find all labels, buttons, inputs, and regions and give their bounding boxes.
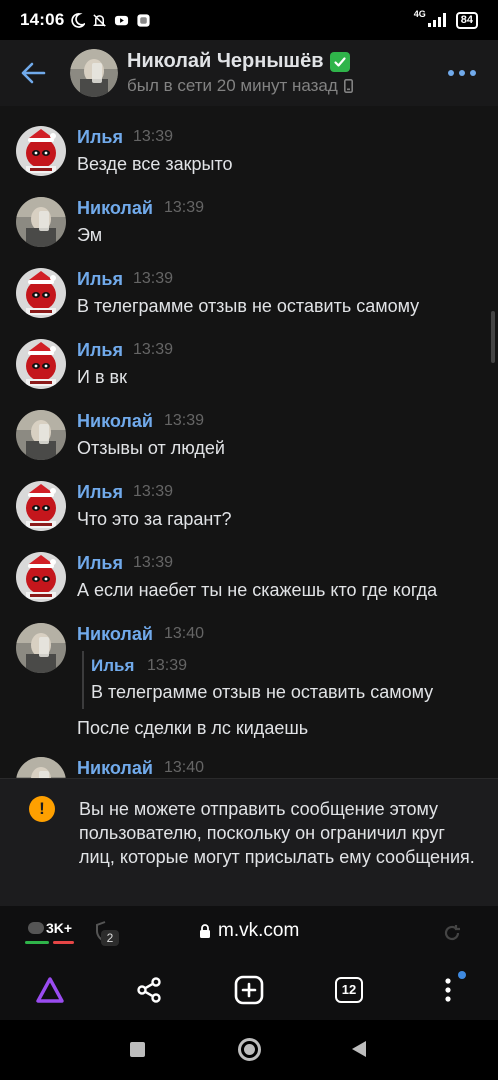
more-options-button[interactable] <box>448 70 476 76</box>
sender-avatar[interactable] <box>16 126 66 176</box>
last-seen-text: был в сети 20 минут назад <box>127 76 338 95</box>
tabs-count: 12 <box>335 977 363 1003</box>
more-dot-icon <box>459 70 465 76</box>
likes-bar <box>25 941 49 944</box>
share-button[interactable] <box>133 974 165 1006</box>
chat-header: Николай Чернышёв был в сети 20 минут наз… <box>0 40 498 106</box>
sender-name[interactable]: Николай <box>77 624 153 645</box>
back-triangle-icon[interactable] <box>352 1041 366 1057</box>
status-bar: 14:06 4G 84 <box>0 0 498 40</box>
sender-avatar[interactable] <box>16 552 66 602</box>
signal-icon <box>427 13 446 27</box>
more-dot-icon <box>448 70 454 76</box>
message-text: А если наебет ты не скажешь кто где когд… <box>77 580 438 600</box>
sender-name[interactable]: Илья <box>77 553 123 574</box>
back-button[interactable] <box>0 40 66 106</box>
warning-icon: ! <box>29 796 55 822</box>
android-nav-bar <box>0 1020 498 1080</box>
browser-url-bar: 3K+ 2 m.vk.com <box>0 906 498 960</box>
dislikes-bar <box>53 941 74 944</box>
message-time: 13:39 <box>133 341 174 358</box>
message-time: 13:39 <box>164 199 205 216</box>
message-time: 13:39 <box>133 554 174 571</box>
comments-count: 3K+ <box>46 920 73 936</box>
lock-icon <box>200 923 210 938</box>
restriction-notice: ! Вы не можете отправить сообщение этому… <box>0 778 498 906</box>
message-time: 13:39 <box>164 412 205 429</box>
new-tab-button[interactable] <box>233 974 265 1006</box>
message-time: 13:40 <box>164 759 205 776</box>
alice-icon <box>36 977 64 1003</box>
plus-square-icon <box>234 975 264 1005</box>
message-time: 13:40 <box>164 625 205 642</box>
notice-text: Вы не можете отправить сообщение этому п… <box>79 799 475 867</box>
contact-status: был в сети 20 минут назад <box>127 76 353 96</box>
arrow-left-icon <box>21 62 46 84</box>
sender-name[interactable]: Илья <box>77 127 123 148</box>
comment-bubble-icon <box>28 922 44 934</box>
message-feed[interactable]: Илья 13:39 Везде все закрыто Николай 13:39 Эм… <box>0 106 498 778</box>
sender-avatar[interactable] <box>16 757 66 778</box>
mobile-icon <box>343 79 353 93</box>
sender-name[interactable]: Николай <box>77 198 153 219</box>
protection-button[interactable]: 2 <box>95 921 119 947</box>
clock: 14:06 <box>20 10 65 29</box>
browser-toolbar: 12 <box>0 960 498 1020</box>
message-time: 13:39 <box>133 270 174 287</box>
moon-icon <box>71 12 86 28</box>
sender-avatar[interactable] <box>16 481 66 531</box>
more-dot-icon <box>470 70 476 76</box>
home-icon[interactable] <box>238 1038 261 1061</box>
message-time: 13:39 <box>133 483 174 500</box>
youtube-icon <box>115 15 129 25</box>
quoted-sender: Илья <box>91 656 135 675</box>
sender-name[interactable]: Николай <box>77 758 153 778</box>
bell-off-icon <box>93 13 107 27</box>
message-text: Что это за гарант? <box>77 509 232 529</box>
contact-avatar[interactable] <box>70 49 118 97</box>
sender-name[interactable]: Илья <box>77 482 123 503</box>
scrollbar[interactable] <box>491 311 495 363</box>
message-text: После сделки в лс кидаешь <box>77 718 309 738</box>
sender-name[interactable]: Николай <box>77 411 153 432</box>
browser-menu-button[interactable] <box>432 974 464 1006</box>
sender-name[interactable]: Илья <box>77 340 123 361</box>
sender-avatar[interactable] <box>16 339 66 389</box>
battery-indicator: 84 <box>455 11 478 29</box>
sender-avatar[interactable] <box>16 197 66 247</box>
share-icon <box>137 977 161 1003</box>
quoted-text: В телеграмме отзыв не оставить самому <box>91 682 434 702</box>
protection-count: 2 <box>101 930 119 946</box>
app-notification-icon <box>137 13 151 27</box>
sender-avatar[interactable] <box>16 623 66 673</box>
message-time: 13:39 <box>133 128 174 145</box>
contact-name-text: Николай Чернышёв <box>127 50 324 72</box>
quoted-time: 13:39 <box>147 657 188 674</box>
contact-name[interactable]: Николай Чернышёв <box>127 50 353 73</box>
network-type: 4G <box>413 9 426 19</box>
url-text: m.vk.com <box>218 920 300 941</box>
message-text: В телеграмме отзыв не оставить самому <box>77 296 420 316</box>
menu-notification-dot <box>458 971 466 979</box>
reload-icon[interactable] <box>442 923 462 943</box>
sender-avatar[interactable] <box>16 410 66 460</box>
reply-quote[interactable]: Илья 13:39 В телеграмме отзыв не оставить … <box>82 651 482 709</box>
verified-icon <box>329 51 350 72</box>
tabs-button[interactable]: 12 <box>333 974 365 1006</box>
recents-icon[interactable] <box>130 1042 145 1057</box>
message-text: Эм <box>77 225 103 245</box>
sender-name[interactable]: Илья <box>77 269 123 290</box>
message-text: Везде все закрыто <box>77 154 233 174</box>
message-text: Отзывы от людей <box>77 438 225 458</box>
sender-avatar[interactable] <box>16 268 66 318</box>
alice-button[interactable] <box>34 974 66 1006</box>
message-text: И в вк <box>77 367 127 387</box>
vertical-dots-icon <box>445 978 451 1002</box>
address-field[interactable]: m.vk.com <box>199 920 299 942</box>
